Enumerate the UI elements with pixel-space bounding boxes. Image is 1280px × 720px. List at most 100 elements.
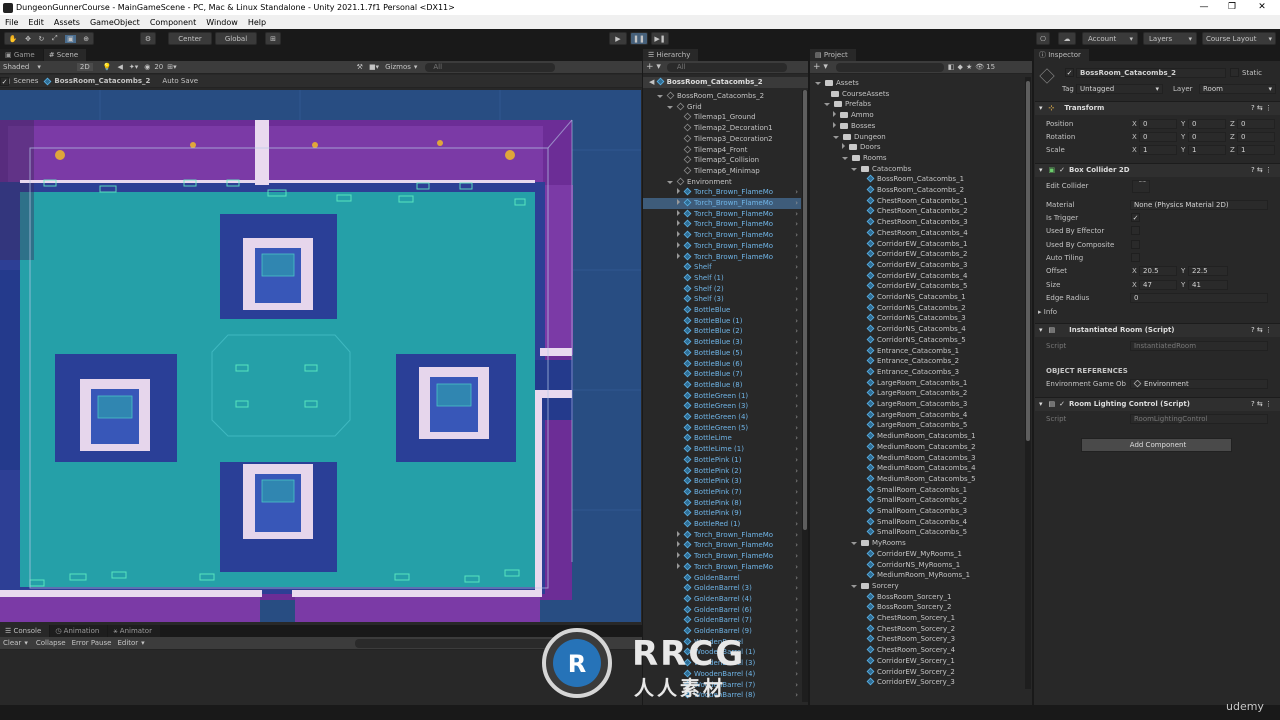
pivot-global-button[interactable]: Global xyxy=(215,32,257,45)
collapse-arrow-icon[interactable] xyxy=(677,530,680,537)
project-prefab[interactable]: CorridorEW_Sorcery_3 xyxy=(812,677,1024,688)
hierarchy-item[interactable]: Torch_Brown_FlameMo › xyxy=(643,209,801,220)
project-prefab[interactable]: CorridorEW_MyRooms_1 xyxy=(812,549,1024,560)
project-prefab[interactable]: MediumRoom_Catacombs_4 xyxy=(812,463,1024,474)
chevron-right-icon[interactable]: › xyxy=(795,337,798,348)
collapse-arrow-icon[interactable] xyxy=(677,541,680,548)
project-folder[interactable]: Catacombs xyxy=(812,164,1024,175)
hierarchy-item[interactable]: Tilemap2_Decoration1 xyxy=(643,123,801,134)
hierarchy-item[interactable]: BottleBlue (7) › xyxy=(643,369,801,380)
collapse-arrow-icon[interactable] xyxy=(677,188,680,195)
project-prefab[interactable]: MediumRoom_Catacombs_5 xyxy=(812,474,1024,485)
gizmos-dropdown[interactable]: Gizmos xyxy=(385,63,411,71)
chevron-right-icon[interactable]: › xyxy=(795,530,798,541)
hierarchy-prefab-header[interactable]: ◀ BossRoom_Catacombs_2 xyxy=(643,77,808,88)
project-prefab[interactable]: MediumRoom_MyRooms_1 xyxy=(812,570,1024,581)
tag-dropdown[interactable]: Untagged ▾ xyxy=(1076,84,1163,94)
chevron-right-icon[interactable]: › xyxy=(795,690,798,701)
project-prefab[interactable]: CorridorNS_Catacombs_4 xyxy=(812,324,1024,335)
rotation-z-field[interactable]: 0 xyxy=(1237,132,1275,142)
project-prefab[interactable]: CorridorNS_Catacombs_1 xyxy=(812,292,1024,303)
chevron-right-icon[interactable]: › xyxy=(795,519,798,530)
chevron-right-icon[interactable]: › xyxy=(795,637,798,648)
hierarchy-item[interactable]: Tilemap3_Decoration2 xyxy=(643,134,801,145)
chevron-right-icon[interactable]: › xyxy=(795,230,798,241)
rect-tool-icon[interactable]: ▣ xyxy=(65,34,76,43)
project-prefab[interactable]: CorridorNS_Catacombs_2 xyxy=(812,303,1024,314)
project-prefab[interactable]: CorridorEW_Catacombs_2 xyxy=(812,249,1024,260)
expand-arrow-icon[interactable] xyxy=(851,542,857,546)
project-folder[interactable]: Ammo xyxy=(812,110,1024,121)
hand-tool-icon[interactable]: ✋ xyxy=(9,35,18,43)
project-prefab[interactable]: LargeRoom_Catacombs_2 xyxy=(812,388,1024,399)
expand-arrow-icon[interactable] xyxy=(833,135,839,139)
expand-arrow-icon[interactable] xyxy=(824,103,830,107)
collapse-arrow-icon[interactable] xyxy=(677,562,680,569)
project-prefab[interactable]: Entrance_Catacombs_3 xyxy=(812,367,1024,378)
hierarchy-item[interactable]: BottleBlue › xyxy=(643,305,801,316)
hierarchy-item[interactable]: Torch_Brown_FlameMo › xyxy=(643,241,801,252)
expand-arrow-icon[interactable] xyxy=(667,105,673,109)
rotate-tool-icon[interactable]: ↻ xyxy=(39,35,45,43)
hierarchy-item[interactable]: BottleBlue (3) › xyxy=(643,337,801,348)
hierarchy-item[interactable]: Shelf (2) › xyxy=(643,284,801,295)
chevron-right-icon[interactable]: › xyxy=(795,241,798,252)
hierarchy-item[interactable]: GoldenBarrel (7) › xyxy=(643,615,801,626)
hierarchy-item[interactable]: Torch_Brown_FlameMo › xyxy=(643,551,801,562)
hierarchy-item[interactable]: GoldenBarrel › xyxy=(643,573,801,584)
chevron-right-icon[interactable]: › xyxy=(795,348,798,359)
collapse-arrow-icon[interactable] xyxy=(677,252,680,259)
chevron-right-icon[interactable]: › xyxy=(795,305,798,316)
project-scrollbar[interactable] xyxy=(1025,77,1031,689)
expand-arrow-icon[interactable] xyxy=(657,95,663,98)
chevron-right-icon[interactable]: › xyxy=(795,573,798,584)
layers-dropdown[interactable]: Layers ▾ xyxy=(1143,32,1197,45)
expand-arrow-icon[interactable] xyxy=(667,180,673,184)
material-field[interactable]: None (Physics Material 2D) xyxy=(1130,200,1268,210)
hierarchy-item[interactable]: GoldenBarrel (4) › xyxy=(643,594,801,605)
chevron-right-icon[interactable]: › xyxy=(795,540,798,551)
chevron-right-icon[interactable]: › xyxy=(795,615,798,626)
chevron-right-icon[interactable]: › xyxy=(795,187,798,198)
shading-mode-dropdown[interactable]: Shaded xyxy=(3,63,29,71)
chevron-right-icon[interactable]: › xyxy=(795,359,798,370)
hierarchy-item[interactable]: Torch_Brown_FlameMo › xyxy=(643,540,801,551)
project-prefab[interactable]: CorridorNS_MyRooms_1 xyxy=(812,560,1024,571)
project-folder[interactable]: Dungeon xyxy=(812,132,1024,143)
console-editor-dropdown[interactable]: Editor xyxy=(117,639,138,647)
project-prefab[interactable]: SmallRoom_Catacombs_2 xyxy=(812,495,1024,506)
hierarchy-item[interactable]: BottleBlue (1) › xyxy=(643,316,801,327)
scale-x-field[interactable]: 1 xyxy=(1139,145,1177,155)
chevron-right-icon[interactable]: › xyxy=(795,423,798,434)
collapse-arrow-icon[interactable] xyxy=(677,231,680,238)
expand-arrow-icon[interactable] xyxy=(851,167,857,171)
chevron-right-icon[interactable]: › xyxy=(795,583,798,594)
room-lighting-header[interactable]: ▾ ▤ ✓ Room Lighting Control (Script)? ⇆ ⋮ xyxy=(1035,397,1280,411)
hierarchy-item[interactable]: GoldenBarrel (3) › xyxy=(643,583,801,594)
chevron-right-icon[interactable]: › xyxy=(795,498,798,509)
edit-collider-button[interactable]: ⏜ xyxy=(1132,180,1150,193)
hidden-packages-icon[interactable]: 👁 xyxy=(975,63,984,71)
chevron-right-icon[interactable]: › xyxy=(795,466,798,477)
console-error-pause-button[interactable]: Error Pause xyxy=(72,639,112,647)
breadcrumb-scenes[interactable]: Scenes xyxy=(13,77,38,85)
hierarchy-item[interactable]: Tilemap6_Minimap xyxy=(643,166,801,177)
project-folder[interactable]: MyRooms xyxy=(812,538,1024,549)
offset-y-field[interactable]: 22.5 xyxy=(1188,266,1228,276)
chevron-right-icon[interactable]: › xyxy=(795,658,798,669)
info-foldout[interactable]: ▸ Info xyxy=(1038,308,1057,316)
chevron-right-icon[interactable]: › xyxy=(795,647,798,658)
scale-z-field[interactable]: 1 xyxy=(1237,145,1275,155)
project-prefab[interactable]: LargeRoom_Catacombs_4 xyxy=(812,410,1024,421)
project-prefab[interactable]: CorridorEW_Catacombs_1 xyxy=(812,239,1024,250)
add-component-button[interactable]: Add Component xyxy=(1081,438,1232,452)
menu-file[interactable]: File xyxy=(0,18,23,27)
hierarchy-item[interactable]: Tilemap5_Collision xyxy=(643,155,801,166)
position-z-field[interactable]: 0 xyxy=(1237,119,1275,129)
used-by-effector-checkbox[interactable] xyxy=(1131,226,1140,235)
account-dropdown[interactable]: Account ▾ xyxy=(1082,32,1138,45)
chevron-right-icon[interactable]: › xyxy=(795,316,798,327)
chevron-right-icon[interactable]: › xyxy=(795,562,798,573)
hierarchy-item[interactable]: BottleGreen (1) › xyxy=(643,391,801,402)
minimize-button[interactable]: — xyxy=(1190,0,1218,15)
